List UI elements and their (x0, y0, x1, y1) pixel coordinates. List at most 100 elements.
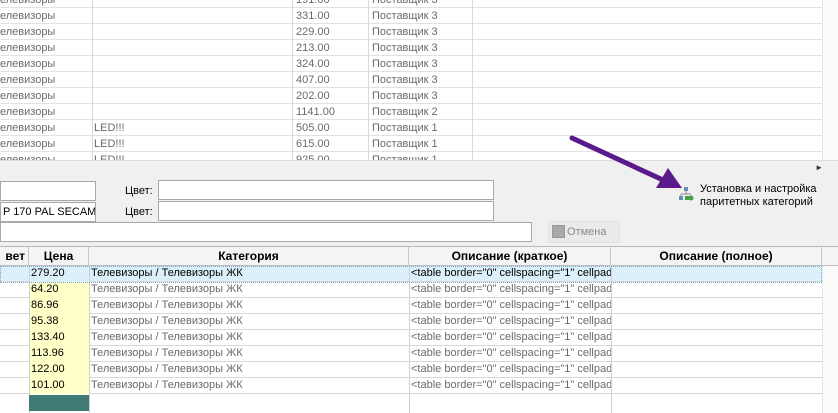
cell-price[interactable]: 122.00 (29, 362, 89, 378)
top-grid-row[interactable]: елевизоры 213.00 Поставщик 3 (0, 40, 822, 56)
cell-price[interactable]: 133.40 (29, 330, 89, 346)
top-products-grid[interactable]: елевизоры 191.00 Поставщик 3 елевизоры 331.0… (0, 0, 838, 160)
cell-full-desc[interactable] (611, 346, 822, 362)
top-grid-row[interactable]: елевизоры LED!!! 615.00 Поставщик 1 (0, 136, 822, 152)
cell-full-desc[interactable] (611, 330, 822, 346)
color-field-secondary[interactable] (158, 201, 494, 221)
cell-color[interactable] (0, 330, 29, 346)
cell-full-desc[interactable] (611, 362, 822, 378)
top-grid-column-divider (292, 0, 293, 160)
cell-category[interactable]: Телевизоры / Телевизоры ЖК (89, 346, 409, 362)
column-header-price[interactable]: Цена (29, 247, 89, 266)
cell-price[interactable]: 95.38 (29, 314, 89, 330)
table-row[interactable]: 95.38 Телевизоры / Телевизоры ЖК <table bo… (0, 314, 822, 330)
cell-color[interactable] (0, 378, 29, 394)
top-grid-cell-note (94, 72, 290, 88)
description-field[interactable] (0, 222, 532, 242)
color-label: Цвет: (125, 185, 153, 197)
product-edit-form: P 170 PAL SECAM N Цвет: Цвет: Отмена Уст… (0, 174, 838, 246)
cell-price[interactable]: 101.00 (29, 378, 89, 394)
cell-color[interactable] (0, 298, 29, 314)
top-grid-cell-price: 925.00 (296, 154, 330, 160)
cell-category[interactable]: Телевизоры / Телевизоры ЖК (89, 314, 409, 330)
cell-short-desc[interactable]: <table border="0" cellspacing="1" cellpa… (409, 346, 611, 362)
table-row[interactable]: 64.20 Телевизоры / Телевизоры ЖК <table bo… (0, 282, 822, 298)
top-grid-row[interactable]: елевизоры 191.00 Поставщик 3 (0, 0, 822, 8)
table-row[interactable]: 101.00 Телевизоры / Телевизоры ЖК <table b… (0, 378, 822, 394)
cell-short-desc[interactable]: <table border="0" cellspacing="1" cellpa… (409, 298, 611, 314)
cell-category[interactable]: Телевизоры / Телевизоры ЖК (89, 298, 409, 314)
top-grid-row[interactable]: елевизоры 407.00 Поставщик 3 (0, 72, 822, 88)
scroll-right-arrow-icon[interactable]: ► (815, 162, 823, 174)
cell-price[interactable]: 86.96 (29, 298, 89, 314)
name-field[interactable] (0, 181, 96, 201)
cell-full-desc[interactable] (611, 298, 822, 314)
grid-header: вет Цена Категория Описание (краткое) Оп… (0, 247, 838, 266)
column-header-full-description[interactable]: Описание (полное) (611, 247, 822, 266)
cell-short-desc[interactable]: <table border="0" cellspacing="1" cellpa… (409, 378, 611, 394)
cell-color[interactable] (0, 346, 29, 362)
cell-category[interactable]: Телевизоры / Телевизоры ЖК (89, 266, 409, 282)
top-grid-cell-supplier: Поставщик 2 (372, 106, 438, 118)
cell-color[interactable] (0, 282, 29, 298)
top-grid-row[interactable]: елевизоры 1141.00 Поставщик 2 (0, 104, 822, 120)
setup-link-line2: паритетных категорий (700, 196, 813, 208)
top-grid-row[interactable]: елевизоры 331.00 Поставщик 3 (0, 8, 822, 24)
cell-price[interactable]: 64.20 (29, 282, 89, 298)
top-grid-row[interactable]: елевизоры 202.00 Поставщик 3 (0, 88, 822, 104)
cell-price[interactable]: 113.96 (29, 346, 89, 362)
bottom-products-grid[interactable]: вет Цена Категория Описание (краткое) Оп… (0, 246, 838, 413)
top-grid-cell-category: елевизоры (0, 106, 56, 118)
top-grid-cell-note: LED!!! (94, 122, 125, 134)
top-grid-horizontal-scrollbar[interactable]: ► (0, 160, 838, 174)
top-grid-row[interactable]: елевизоры LED!!! 925.00 Поставщик 1 (0, 152, 822, 160)
grid-column-divider (611, 266, 612, 413)
table-row[interactable]: 113.96 Телевизоры / Телевизоры ЖК <table b… (0, 346, 822, 362)
top-grid-vertical-scrollbar[interactable] (822, 0, 838, 160)
top-grid-cell-supplier: Поставщик 1 (372, 138, 438, 150)
cell-short-desc[interactable]: <table border="0" cellspacing="1" cellpa… (409, 266, 611, 282)
column-header-category[interactable]: Категория (89, 247, 409, 266)
new-row-price-cell[interactable] (29, 395, 89, 411)
cell-short-desc[interactable]: <table border="0" cellspacing="1" cellpa… (409, 282, 611, 298)
bottom-grid-vertical-scrollbar[interactable] (822, 266, 838, 413)
color-field[interactable] (158, 180, 494, 200)
cell-category[interactable]: Телевизоры / Телевизоры ЖК (89, 282, 409, 298)
cancel-button[interactable]: Отмена (548, 221, 620, 243)
top-grid-cell-supplier: Поставщик 3 (372, 74, 438, 86)
table-row[interactable]: 86.96 Телевизоры / Телевизоры ЖК <table bo… (0, 298, 822, 314)
top-grid-row[interactable]: елевизоры 324.00 Поставщик 3 (0, 56, 822, 72)
table-row[interactable]: 122.00 Телевизоры / Телевизоры ЖК <table b… (0, 362, 822, 378)
cell-full-desc[interactable] (611, 314, 822, 330)
top-grid-cell-supplier: Поставщик 3 (372, 58, 438, 70)
parity-categories-setup-link[interactable]: Установка и настройка паритетных категор… (676, 182, 836, 212)
top-grid-cell-note (94, 56, 290, 72)
top-grid-cell-supplier: Поставщик 1 (372, 154, 438, 160)
column-header-color[interactable]: вет (0, 247, 29, 266)
cell-color[interactable] (0, 314, 29, 330)
top-grid-row[interactable]: елевизоры 229.00 Поставщик 3 (0, 24, 822, 40)
cell-color[interactable] (0, 266, 29, 282)
cancel-button-label: Отмена (567, 226, 607, 238)
cell-category[interactable]: Телевизоры / Телевизоры ЖК (89, 330, 409, 346)
cell-full-desc[interactable] (611, 266, 822, 282)
color-label-secondary: Цвет: (125, 206, 153, 218)
cell-short-desc[interactable]: <table border="0" cellspacing="1" cellpa… (409, 314, 611, 330)
cell-color[interactable] (0, 362, 29, 378)
model-field[interactable]: P 170 PAL SECAM N (0, 202, 96, 222)
top-grid-cell-price: 213.00 (296, 42, 330, 54)
purple-arrow-icon (569, 135, 682, 188)
top-grid-cell-note (94, 40, 290, 56)
cell-category[interactable]: Телевизоры / Телевизоры ЖК (89, 378, 409, 394)
cell-category[interactable]: Телевизоры / Телевизоры ЖК (89, 362, 409, 378)
table-row[interactable]: 133.40 Телевизоры / Телевизоры ЖК <table b… (0, 330, 822, 346)
cell-full-desc[interactable] (611, 282, 822, 298)
table-row[interactable]: 279.20 Телевизоры / Телевизоры ЖК <table b… (0, 266, 822, 282)
column-header-short-description[interactable]: Описание (краткое) (409, 247, 611, 266)
grid-column-divider (89, 266, 90, 413)
cell-full-desc[interactable] (611, 378, 822, 394)
cell-short-desc[interactable]: <table border="0" cellspacing="1" cellpa… (409, 362, 611, 378)
cell-short-desc[interactable]: <table border="0" cellspacing="1" cellpa… (409, 330, 611, 346)
cell-price[interactable]: 279.20 (29, 266, 89, 282)
top-grid-row[interactable]: елевизоры LED!!! 505.00 Поставщик 1 (0, 120, 822, 136)
